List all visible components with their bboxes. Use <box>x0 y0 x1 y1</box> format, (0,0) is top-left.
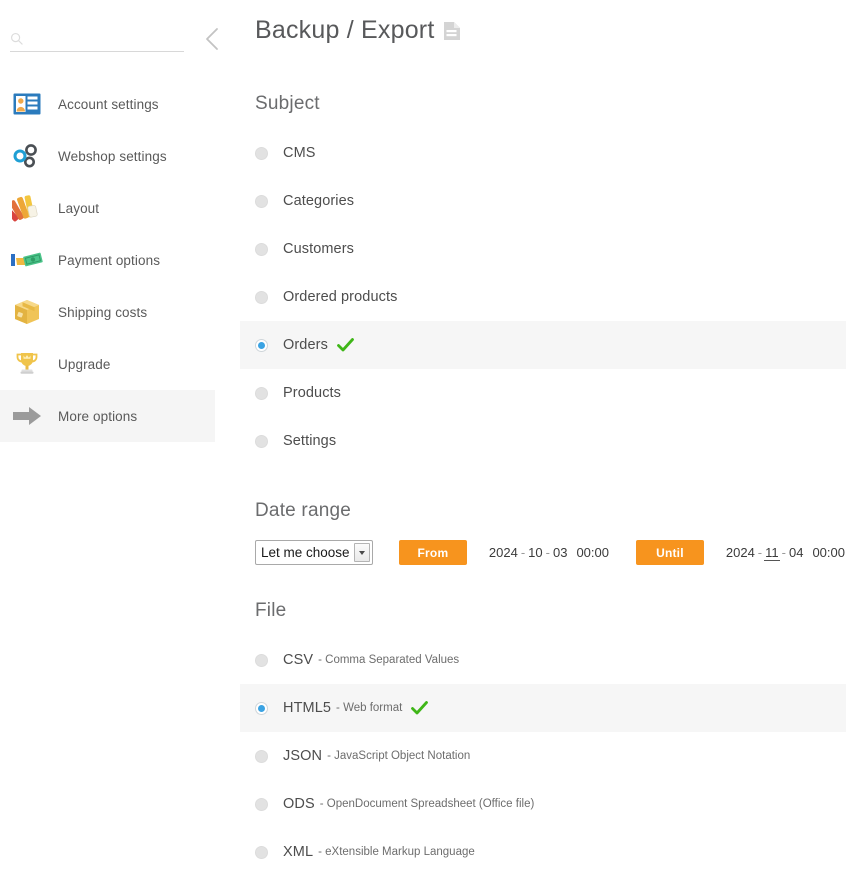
option-description: - OpenDocument Spreadsheet (Office file) <box>319 798 535 810</box>
sidebar-item-label: Upgrade <box>58 356 111 372</box>
option-label: Orders <box>283 337 328 353</box>
option-label: Ordered products <box>283 289 398 305</box>
until-year[interactable]: 2024 <box>725 545 756 560</box>
until-month[interactable]: 11 <box>764 545 780 561</box>
gears-icon <box>10 139 44 173</box>
radio-icon[interactable] <box>255 386 268 400</box>
date-preset-select[interactable]: Let me choose <box>255 540 373 565</box>
subject-option-ordered-products[interactable]: Ordered products <box>240 273 846 321</box>
option-label: JSON <box>283 748 323 764</box>
sidebar-search-row <box>0 0 240 56</box>
sidebar-item-label: Account settings <box>58 96 159 112</box>
radio-icon[interactable] <box>255 749 268 763</box>
radio-icon[interactable] <box>255 290 268 304</box>
date-range-heading: Date range <box>255 500 352 521</box>
id-card-icon <box>10 87 44 121</box>
radio-icon[interactable] <box>255 194 268 208</box>
color-fan-icon <box>10 191 44 225</box>
sidebar-item-layout[interactable]: Layout <box>0 182 240 234</box>
from-year[interactable]: 2024 <box>488 545 519 560</box>
from-month[interactable]: 10 <box>527 545 543 560</box>
backup-export-page: Account settings Webshop settings Layout… <box>0 0 846 890</box>
until-day[interactable]: 04 <box>788 545 804 560</box>
trophy-icon <box>10 347 44 381</box>
radio-icon[interactable] <box>255 338 268 352</box>
subject-option-orders[interactable]: Orders <box>240 321 846 369</box>
file-heading: File <box>255 600 287 621</box>
file-option-xml[interactable]: XML - eXtensible Markup Language <box>240 828 846 876</box>
from-time[interactable]: 00:00 <box>575 545 610 560</box>
subject-option-categories[interactable]: Categories <box>240 177 846 225</box>
search-icon <box>11 32 23 45</box>
sidebar-item-more-options[interactable]: More options <box>0 390 215 442</box>
subject-option-list: CMS Categories Customers Ordered product… <box>240 129 846 465</box>
radio-icon[interactable] <box>255 797 268 811</box>
money-hand-icon <box>10 243 44 277</box>
sidebar-item-payment-options[interactable]: Payment options <box>0 234 240 286</box>
checkmark-icon <box>411 700 429 714</box>
file-option-csv[interactable]: CSV - Comma Separated Values <box>240 636 846 684</box>
option-label: XML <box>283 844 314 860</box>
file-option-html5[interactable]: HTML5 - Web format <box>240 684 846 732</box>
sidebar-item-account-settings[interactable]: Account settings <box>0 78 240 130</box>
file-option-list: CSV - Comma Separated Values HTML5 - Web… <box>240 636 846 876</box>
option-label: HTML5 <box>283 700 332 716</box>
option-label: ODS <box>283 796 315 812</box>
sidebar-item-label: More options <box>58 408 138 424</box>
from-button[interactable]: From <box>399 540 467 565</box>
option-label: CSV <box>283 652 314 668</box>
sidebar-item-label: Webshop settings <box>58 148 167 164</box>
radio-icon[interactable] <box>255 146 268 160</box>
date-preset-select-wrap: Let me choose <box>255 540 373 565</box>
sidebar-item-shipping-costs[interactable]: Shipping costs <box>0 286 240 338</box>
option-description: - eXtensible Markup Language <box>318 846 475 858</box>
subject-heading: Subject <box>255 93 320 114</box>
radio-icon[interactable] <box>255 434 268 448</box>
option-label: Products <box>283 385 342 401</box>
option-description: - Web format <box>336 702 403 714</box>
search-input[interactable] <box>28 28 178 49</box>
until-date-value[interactable]: 2024-11-04 00:00 <box>725 545 846 561</box>
sidebar-item-label: Payment options <box>58 252 161 268</box>
option-label: Customers <box>283 241 354 257</box>
date-range-controls: Let me choose From 2024-10-03 00:00 Until… <box>240 540 846 565</box>
page-title-text: Backup / Export <box>255 16 435 44</box>
sidebar-item-webshop-settings[interactable]: Webshop settings <box>0 130 240 182</box>
until-time[interactable]: 00:00 <box>811 545 846 560</box>
page-title: Backup / Export <box>240 0 846 45</box>
sidebar-item-upgrade[interactable]: Upgrade <box>0 338 240 390</box>
option-description: - Comma Separated Values <box>318 654 460 666</box>
sidebar-item-label: Layout <box>58 200 100 216</box>
option-label: CMS <box>283 145 316 161</box>
subject-option-products[interactable]: Products <box>240 369 846 417</box>
checkmark-icon <box>337 337 354 351</box>
subject-option-customers[interactable]: Customers <box>240 225 846 273</box>
radio-icon[interactable] <box>255 701 268 715</box>
from-date-value[interactable]: 2024-10-03 00:00 <box>488 545 610 560</box>
sidebar-nav: Account settings Webshop settings Layout… <box>0 78 240 442</box>
box-icon <box>10 295 44 329</box>
sidebar-item-label: Shipping costs <box>58 304 148 320</box>
radio-icon[interactable] <box>255 845 268 859</box>
file-option-ods[interactable]: ODS - OpenDocument Spreadsheet (Office f… <box>240 780 846 828</box>
radio-icon[interactable] <box>255 242 268 256</box>
arrow-right-icon <box>10 399 44 433</box>
file-option-json[interactable]: JSON - JavaScript Object Notation <box>240 732 846 780</box>
option-description: - JavaScript Object Notation <box>327 750 471 762</box>
from-day[interactable]: 03 <box>552 545 568 560</box>
sidebar: Account settings Webshop settings Layout… <box>0 0 240 890</box>
option-label: Settings <box>283 433 337 449</box>
until-button[interactable]: Until <box>635 540 704 565</box>
subject-option-cms[interactable]: CMS <box>240 129 846 177</box>
sidebar-collapse-button[interactable] <box>196 22 230 56</box>
chevron-left-icon <box>206 28 218 50</box>
option-label: Categories <box>283 193 355 209</box>
subject-option-settings[interactable]: Settings <box>240 417 846 465</box>
radio-icon[interactable] <box>255 653 268 667</box>
search-box[interactable] <box>10 26 184 52</box>
main-content: Backup / Export Subject CMS Categories C… <box>240 0 846 890</box>
document-icon <box>444 21 461 40</box>
